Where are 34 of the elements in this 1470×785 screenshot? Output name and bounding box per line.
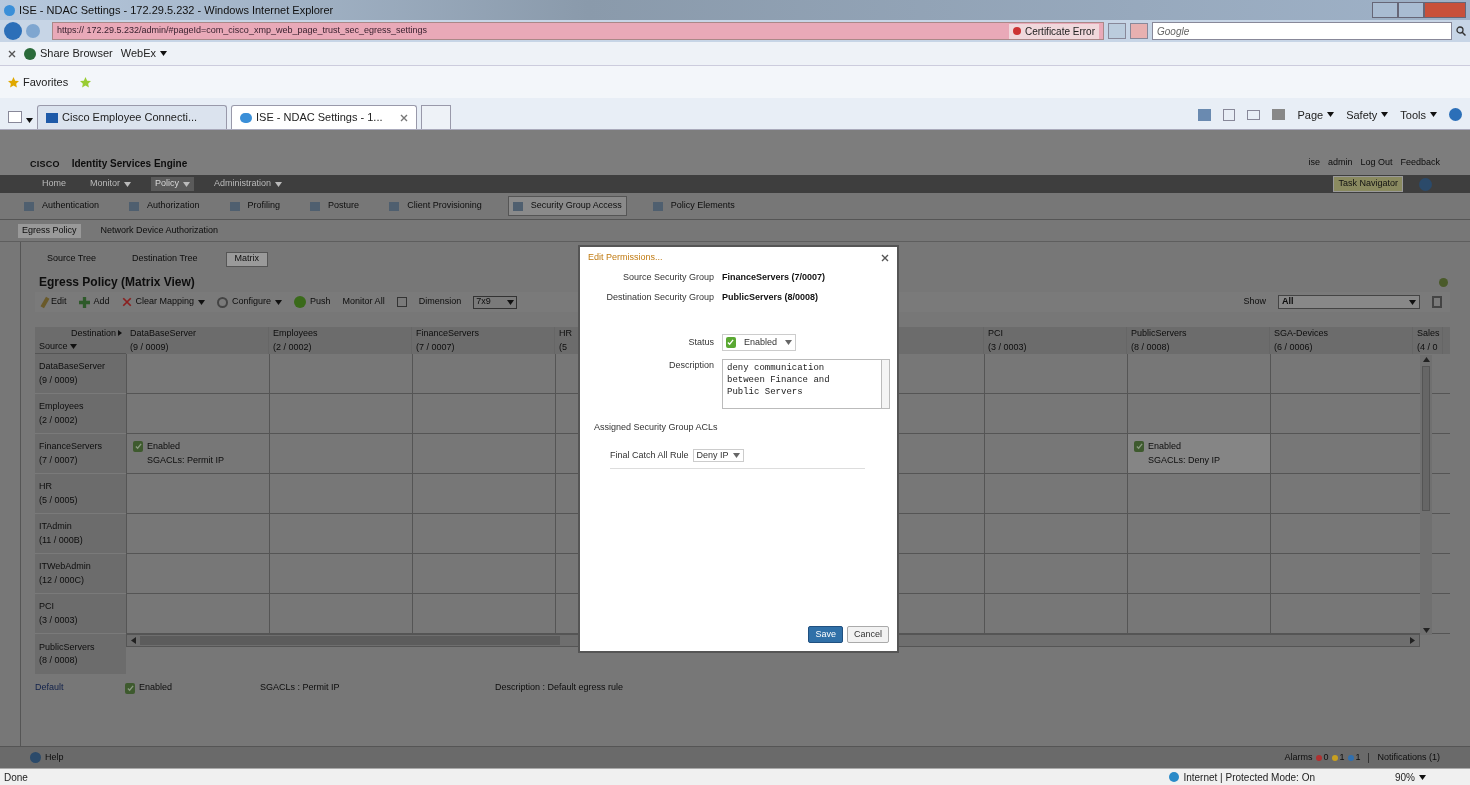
column-header-id: (8 / 0008) (1131, 340, 1171, 354)
field-label: Destination Security Group (605, 290, 714, 304)
product-name: Identity Services Engine (71, 157, 188, 171)
dialog-title: Edit Permissions... (588, 251, 663, 265)
column-header-id: (3 / 0003) (988, 340, 1028, 354)
show-label: Show (1243, 295, 1266, 309)
default-rule-sgacl: SGACLs : Permit IP (260, 681, 341, 695)
status-text: Done (4, 770, 28, 785)
row-header-id: (11 / 000B) (39, 533, 84, 547)
window-title: ISE - NDAC Settings - 172.29.5.232 - Windows Internet Explorer (19, 2, 334, 18)
row-header-id: (2 / 0002) (39, 413, 79, 427)
dimension-label: Dimension (418, 295, 462, 309)
column-header-id: (2 / 0002) (273, 340, 313, 354)
default-rule-description: Description : Default egress rule (495, 681, 624, 695)
row-header-id: (3 / 0003) (39, 613, 79, 627)
field-label: Final Catch All Rule (610, 448, 689, 462)
column-header-id: (7 / 0007) (416, 340, 456, 354)
field-label: Description (667, 359, 714, 372)
field-label: Status (687, 335, 714, 349)
field-value: PublicServers (8/0008) (722, 290, 820, 304)
column-header-id: (9 / 0009) (130, 340, 170, 354)
field-value: FinanceServers (7/0007) (722, 271, 827, 284)
row-header-id: (9 / 0009) (39, 373, 79, 387)
row-header-id: (5 / 0005) (39, 493, 79, 507)
default-rule-status: Enabled (139, 681, 173, 695)
row-header-id: (8 / 0008) (39, 654, 79, 667)
page-heading: Egress Policy (Matrix View) (39, 274, 195, 291)
column-header-id: (6 / 0006) (1274, 340, 1314, 354)
section-heading: Assigned Security Group ACLs (593, 421, 719, 434)
row-header-id: (7 / 0007) (39, 453, 79, 467)
row-header-id: (12 / 000C) (39, 573, 86, 587)
column-header-id: (4 / 0 (1417, 340, 1439, 354)
cisco-logo: CISCO (30, 160, 60, 169)
field-label: Source Security Group (621, 271, 714, 284)
